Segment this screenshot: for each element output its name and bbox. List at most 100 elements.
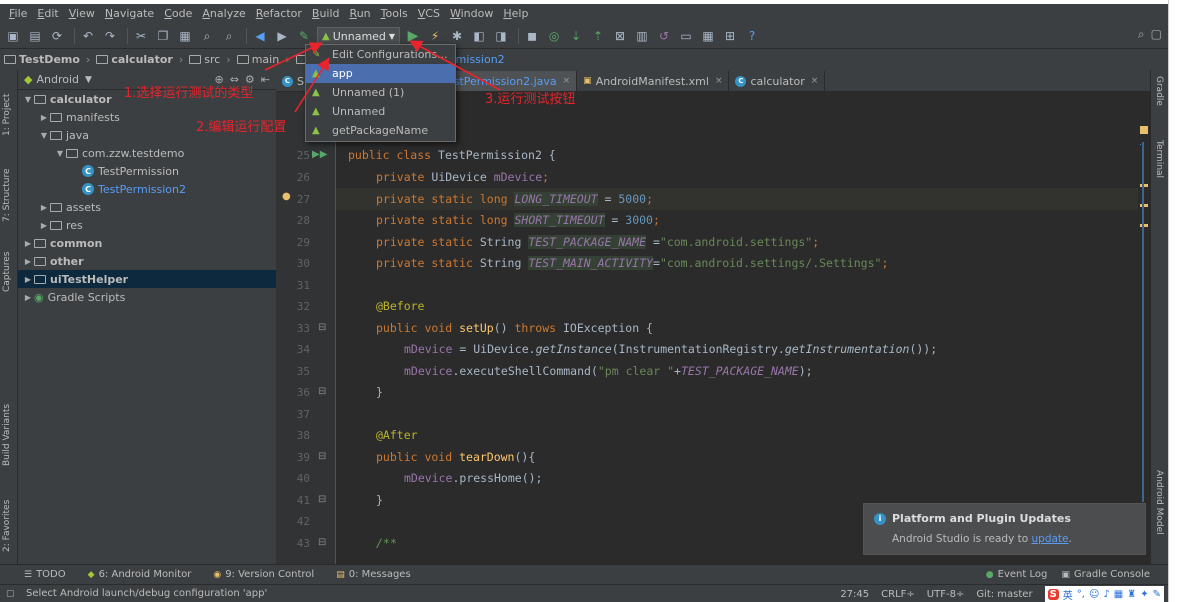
tool-todo[interactable]: ☰ TODO [24,569,66,580]
menu-help[interactable]: Help [498,4,533,24]
save-icon[interactable]: ▤ [26,27,44,45]
run-config-item[interactable]: ▲ app [306,64,455,83]
run-icon[interactable]: ▶ [404,27,422,45]
collapse-arrow-icon[interactable]: ▶ [22,239,34,248]
replace-icon[interactable]: ⌕ [220,27,238,45]
tree-item[interactable]: C TestPermission2 [18,180,276,198]
menu-analyze[interactable]: Analyze [197,4,250,24]
breadcrumb-item[interactable]: TestDemo [4,53,80,66]
fold-icon[interactable]: ⊟ [318,537,326,548]
attach-debugger-icon[interactable]: ◨ [492,27,510,45]
ime-voice-icon[interactable]: ♪ [1103,589,1109,600]
warning-marker[interactable] [1140,126,1148,134]
tool-tab-project[interactable]: 1: Project [2,76,12,136]
lightbulb-icon[interactable]: ● [282,191,291,202]
collapse-arrow-icon[interactable]: ▶ [38,203,50,212]
menu-file[interactable]: File [4,4,32,24]
collapse-arrow-icon[interactable]: ▶ [38,113,50,122]
file-encoding[interactable]: UTF-8÷ [927,589,965,600]
collapse-arrow-icon[interactable]: ▶ [22,275,34,284]
close-tab-icon[interactable]: × [715,76,723,86]
scroll-thumb[interactable] [1140,144,1141,145]
vcs-update-icon[interactable]: ⇣ [567,27,585,45]
ime-punct-icon[interactable]: °, [1077,589,1085,600]
tool-gradle-console[interactable]: ▣ Gradle Console [1061,569,1150,580]
hide-icon[interactable]: ⇤ [261,73,270,86]
fold-icon[interactable]: ⊟ [318,494,326,505]
menu-view[interactable]: View [64,4,100,24]
forward-icon[interactable]: ▶ [273,27,291,45]
ime-tools-icon[interactable]: ✎ [1153,589,1161,600]
editor-tab[interactable]: ▣ AndroidManifest.xml × [577,71,730,91]
project-structure-icon[interactable]: ▦ [699,27,717,45]
search-everywhere-icon[interactable]: ⌕ [1138,27,1145,42]
tree-item[interactable]: ▶ other [18,252,276,270]
tool-tab-gradle[interactable]: Gradle [1154,76,1164,126]
tool-tab-terminal[interactable]: Terminal [1154,140,1164,196]
tree-item[interactable]: C TestPermission [18,162,276,180]
gradle-sync-icon[interactable]: ◎ [545,27,563,45]
close-tab-icon[interactable]: × [811,76,819,86]
ime-settings-icon[interactable]: ✦ [1140,589,1148,600]
tool-tab-android-model[interactable]: Android Model [1154,470,1164,556]
close-tab-icon[interactable]: × [563,76,571,86]
redo-icon[interactable]: ↷ [101,27,119,45]
collapse-arrow-icon[interactable]: ▶ [38,221,50,230]
back-icon[interactable]: ◀ [251,27,269,45]
tool-event-log[interactable]: ● Event Log [986,569,1048,580]
menu-vcs[interactable]: VCS [413,4,445,24]
vcs-commit-icon[interactable]: ⇡ [589,27,607,45]
ime-skin-icon[interactable]: ♜ [1127,589,1136,600]
toggle-tool-windows-icon[interactable]: ▢ [6,589,15,599]
copy-icon[interactable]: ❐ [154,27,172,45]
run-test-gutter-icon[interactable]: ▶▶ [312,149,327,160]
sdk-manager-icon[interactable]: ▭ [677,27,695,45]
tree-item[interactable]: ▶ ◉ Gradle Scripts [18,288,276,306]
line-separator[interactable]: CRLF÷ [881,589,915,600]
open-icon[interactable]: ▣ [4,27,22,45]
run-config-item[interactable]: ▲ Unnamed [306,102,455,121]
fold-icon[interactable]: ⊟ [318,322,326,333]
expand-arrow-icon[interactable]: ▼ [22,95,34,104]
tool-tab-favorites[interactable]: 2: Favorites [2,486,12,552]
tree-item[interactable]: ▶ assets [18,198,276,216]
apply-changes-icon[interactable]: ⚡ [426,27,444,45]
tool-tab-captures[interactable]: Captures [2,236,12,292]
paste-icon[interactable]: ▦ [176,27,194,45]
editor-error-stripe[interactable] [1138,92,1150,564]
fold-icon[interactable]: ⊟ [318,386,326,397]
tool-version-control[interactable]: ◉ 9: Version Control [213,569,314,580]
update-notification[interactable]: i Platform and Plugin Updates Android St… [863,503,1146,555]
find-icon[interactable]: ⌕ [198,27,216,45]
build-icon[interactable]: ✎ [295,27,313,45]
ime-keyboard-icon[interactable]: ▦ [1114,589,1123,600]
stop-icon[interactable]: ◼ [523,27,541,45]
sync-icon[interactable]: ⟳ [48,27,66,45]
expand-arrow-icon[interactable]: ▼ [54,149,66,158]
vcs-branch[interactable]: Git: master [976,589,1032,600]
ime-emoji-icon[interactable]: ☺ [1089,589,1099,600]
collapse-arrow-icon[interactable]: ▶ [22,257,34,266]
menu-code[interactable]: Code [159,4,197,24]
lock-icon[interactable]: ⊠ [611,27,629,45]
help-icon[interactable]: ? [743,27,761,45]
editor-tab[interactable]: Ccalculator × [729,71,826,91]
coverage-icon[interactable]: ◧ [470,27,488,45]
update-link[interactable]: update [1032,533,1069,545]
cut-icon[interactable]: ✂ [132,27,150,45]
collapse-arrow-icon[interactable]: ▶ [22,293,34,302]
run-config-item[interactable]: ▲ Unnamed (1) [306,83,455,102]
menu-edit[interactable]: Edit [32,4,63,24]
revert-icon[interactable]: ↺ [655,27,673,45]
edit-configurations-item[interactable]: ✎ Edit Configurations... [306,45,455,64]
scrollbar-track[interactable] [1142,142,1144,502]
menu-build[interactable]: Build [307,4,345,24]
menu-navigate[interactable]: Navigate [100,4,159,24]
window-icon[interactable]: ▢ [1151,27,1162,42]
menu-refactor[interactable]: Refactor [251,4,307,24]
fold-icon[interactable]: ⊟ [318,451,326,462]
code-editor[interactable]: 25 26 27 28 29 30 31 32 33 34 35 36 37 38 39 40 41 42 43 ▶▶… [276,92,1150,564]
breadcrumb-item[interactable]: calculator [96,53,173,66]
android-device-monitor-icon[interactable]: ⊞ [721,27,739,45]
caret-position[interactable]: 27:45 [840,589,869,600]
